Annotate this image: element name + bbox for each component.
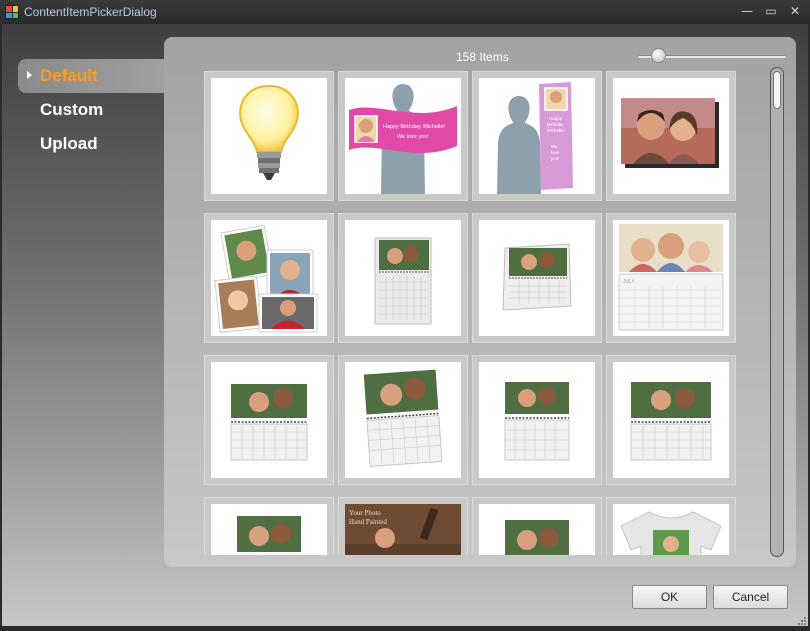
ok-button[interactable]: OK (632, 585, 707, 609)
window-title: ContentItemPickerDialog (24, 5, 157, 19)
svg-text:you!: you! (551, 156, 560, 161)
content-grid: Happy Birthday, Michelle! We love you! H… (204, 71, 744, 555)
banner-silhouette-image: Happy Birthday, Michelle! We love you! (349, 84, 457, 194)
svg-text:Your Photo: Your Photo (349, 509, 381, 517)
nav-item-upload[interactable]: Upload (18, 127, 168, 161)
content-item-lightbulb[interactable] (204, 71, 334, 201)
content-item-spiral-calendar-4[interactable] (606, 355, 736, 485)
app-icon (5, 5, 19, 19)
content-item-hand-painted[interactable]: Your Photo Hand Painted (338, 497, 468, 555)
tshirt-image (620, 511, 722, 555)
photo-collage-image (214, 224, 318, 333)
svg-text:love: love (551, 150, 560, 155)
svg-text:We love you!: We love you! (397, 134, 429, 140)
content-item-tshirt[interactable] (606, 497, 736, 555)
calendar-image (505, 520, 569, 555)
minimize-button[interactable]: — (738, 2, 756, 20)
calendar-image (502, 243, 572, 311)
calendar-image (230, 384, 308, 461)
content-item-spiral-calendar-2[interactable] (338, 355, 468, 485)
maximize-button[interactable]: ▭ (762, 2, 780, 20)
resize-grip-icon[interactable] (796, 615, 806, 625)
window-controls: — ▭ ✕ (738, 2, 804, 20)
content-item-canvas-print[interactable] (606, 71, 736, 201)
canvas-photo-image (621, 98, 719, 168)
svg-text:We: We (551, 144, 558, 149)
nav-item-default[interactable]: Default (18, 59, 168, 93)
svg-text:Happy Birthday, Michelle!: Happy Birthday, Michelle! (383, 124, 445, 130)
calendar-month-label: JULY (623, 279, 636, 285)
content-item-wall-calendar[interactable]: JULY (606, 213, 736, 343)
cancel-button[interactable]: Cancel (713, 585, 788, 609)
content-item-photo-collage[interactable] (204, 213, 334, 343)
calendar-image (237, 516, 301, 552)
content-item-birthday-banner[interactable]: Happy Birthday, Michelle! We love you! (338, 71, 468, 201)
svg-text:Hand Painted: Hand Painted (349, 518, 387, 526)
content-item-spiral-calendar-1[interactable] (204, 355, 334, 485)
hand-painted-image: Your Photo Hand Painted (345, 504, 461, 555)
svg-text:Michelle!: Michelle! (547, 128, 565, 133)
content-item-vertical-banner[interactable]: Happy Birthday Michelle! We love you! (472, 71, 602, 201)
close-button[interactable]: ✕ (786, 2, 804, 20)
dialog-client-area: Default Custom Upload 158 Items Happy Bi… (2, 24, 808, 626)
calendar-image (374, 237, 432, 325)
calendar-image (630, 382, 712, 461)
svg-text:Happy: Happy (549, 116, 563, 121)
scrollbar-thumb[interactable] (773, 71, 781, 109)
calendar-image (363, 369, 443, 467)
nav-item-custom[interactable]: Custom (18, 93, 168, 127)
content-panel: 158 Items Happy Birthday, Michelle! We l… (164, 37, 796, 567)
calendar-image (504, 382, 570, 461)
nav-item-label: Custom (40, 100, 104, 119)
content-item-calendar-6[interactable] (472, 497, 602, 555)
slider-thumb[interactable] (651, 48, 666, 63)
lightbulb-icon (239, 84, 299, 180)
content-grid-viewport: Happy Birthday, Michelle! We love you! H… (204, 71, 744, 555)
wall-calendar-image: JULY (618, 224, 724, 331)
items-count-label: 158 Items (456, 50, 509, 64)
vertical-banner-image: Happy Birthday Michelle! We love you! (497, 82, 573, 194)
svg-text:Birthday: Birthday (547, 122, 564, 127)
content-item-desk-calendar[interactable] (338, 213, 468, 343)
content-item-tent-calendar[interactable] (472, 213, 602, 343)
caret-right-icon (27, 71, 32, 79)
thumbnail-size-slider[interactable] (638, 48, 786, 64)
grid-scrollbar[interactable] (770, 67, 784, 557)
title-bar: ContentItemPickerDialog — ▭ ✕ (0, 0, 810, 24)
nav-item-label: Default (40, 66, 98, 85)
content-item-calendar-5[interactable] (204, 497, 334, 555)
content-item-spiral-calendar-3[interactable] (472, 355, 602, 485)
nav-item-label: Upload (40, 134, 98, 153)
source-nav: Default Custom Upload (18, 59, 168, 161)
